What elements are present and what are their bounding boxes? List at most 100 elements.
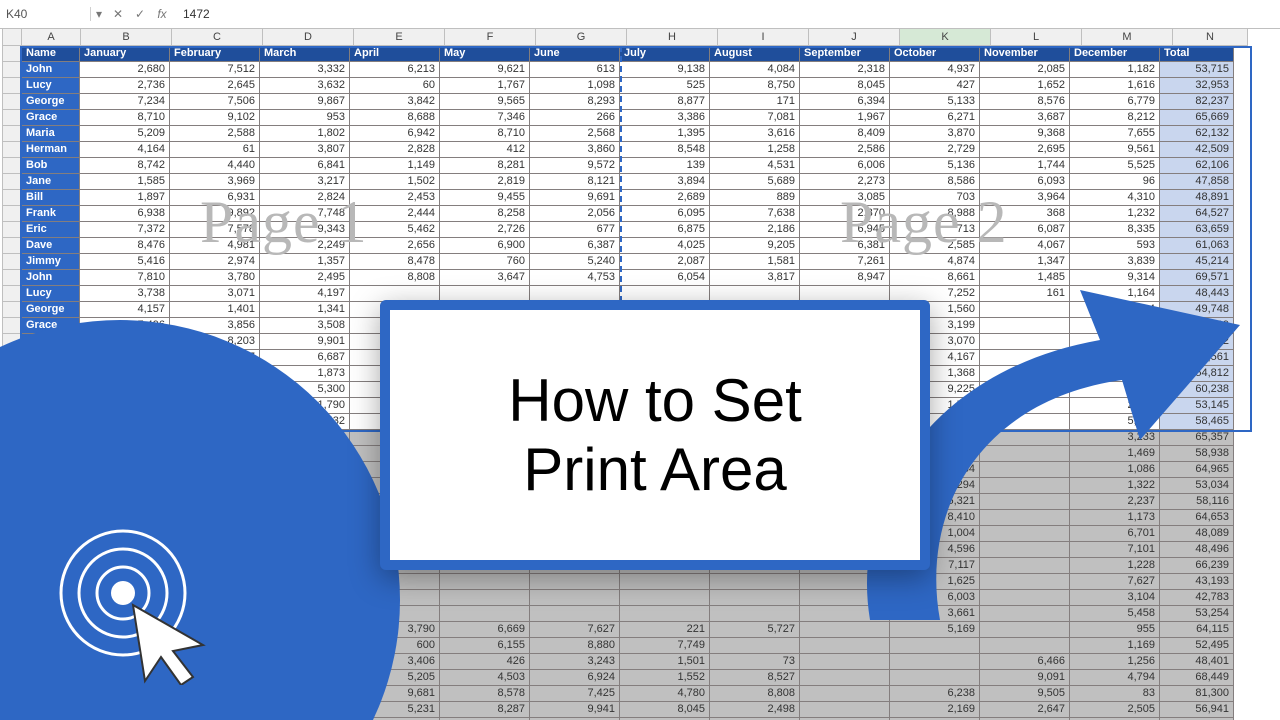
cell[interactable]: 8,335: [1070, 222, 1160, 238]
cell[interactable]: 2,056: [530, 206, 620, 222]
cell[interactable]: 3,332: [260, 62, 350, 78]
cell[interactable]: 4,067: [980, 238, 1070, 254]
row-total[interactable]: 81,300: [1160, 686, 1234, 702]
row-total[interactable]: 32,953: [1160, 78, 1234, 94]
cell[interactable]: [530, 606, 620, 622]
cell[interactable]: 8,121: [530, 174, 620, 190]
cell[interactable]: 8,476: [80, 238, 170, 254]
cell[interactable]: 8,258: [440, 206, 530, 222]
cell[interactable]: 3,870: [890, 126, 980, 142]
cell[interactable]: 9,565: [440, 94, 530, 110]
cell[interactable]: 3,071: [170, 286, 260, 302]
cell[interactable]: 8,045: [620, 702, 710, 718]
cell[interactable]: 4,794: [1070, 670, 1160, 686]
cell[interactable]: 8,988: [890, 206, 980, 222]
cell[interactable]: 4,981: [170, 238, 260, 254]
cell[interactable]: 1,802: [260, 126, 350, 142]
cell[interactable]: 61: [170, 142, 260, 158]
cell[interactable]: 7,749: [620, 638, 710, 654]
cell[interactable]: 8,750: [710, 78, 800, 94]
cell[interactable]: 6,095: [620, 206, 710, 222]
row-header[interactable]: [2, 254, 22, 270]
cell[interactable]: 8,293: [530, 94, 620, 110]
col-header-J[interactable]: J: [809, 28, 900, 46]
cell[interactable]: 9,901: [260, 334, 350, 350]
cell[interactable]: 8,478: [350, 254, 440, 270]
cell[interactable]: 6,387: [530, 238, 620, 254]
cell[interactable]: 9,205: [710, 238, 800, 254]
row-header[interactable]: [2, 190, 22, 206]
cell[interactable]: 7,372: [80, 222, 170, 238]
cell[interactable]: 5,689: [710, 174, 800, 190]
cell[interactable]: 6,942: [350, 126, 440, 142]
cell[interactable]: 7,655: [1070, 126, 1160, 142]
cell[interactable]: 3,860: [530, 142, 620, 158]
cell[interactable]: 6,875: [620, 222, 710, 238]
row-header[interactable]: [2, 270, 22, 286]
name-box-dropdown-icon[interactable]: ▾: [91, 7, 107, 21]
cell[interactable]: 3,217: [260, 174, 350, 190]
cell[interactable]: 2,695: [980, 142, 1070, 158]
cell[interactable]: 1,897: [80, 190, 170, 206]
cell[interactable]: 7,081: [710, 110, 800, 126]
cell[interactable]: 96: [1070, 174, 1160, 190]
cell[interactable]: 6,841: [260, 158, 350, 174]
row-total[interactable]: 62,106: [1160, 158, 1234, 174]
cell[interactable]: 2,169: [890, 702, 980, 718]
cell[interactable]: 593: [1070, 238, 1160, 254]
cell[interactable]: 9,691: [530, 190, 620, 206]
fx-icon[interactable]: fx: [151, 7, 173, 21]
cell[interactable]: 5,209: [80, 126, 170, 142]
cell[interactable]: 953: [260, 110, 350, 126]
cell[interactable]: 760: [440, 254, 530, 270]
cell[interactable]: [800, 670, 890, 686]
cell[interactable]: [530, 574, 620, 590]
col-header-I[interactable]: I: [718, 28, 809, 46]
cell[interactable]: 5,240: [530, 254, 620, 270]
cell[interactable]: 1,256: [1070, 654, 1160, 670]
cell[interactable]: 1,098: [530, 78, 620, 94]
cell[interactable]: 73: [710, 654, 800, 670]
select-all-corner[interactable]: [2, 28, 22, 46]
cell[interactable]: [710, 638, 800, 654]
cell[interactable]: 8,287: [440, 702, 530, 718]
cell[interactable]: 4,780: [620, 686, 710, 702]
cell[interactable]: 6,006: [800, 158, 890, 174]
cell[interactable]: 3,243: [530, 654, 620, 670]
col-header-L[interactable]: L: [991, 28, 1082, 46]
cell[interactable]: 3,817: [710, 270, 800, 286]
row-total[interactable]: 47,858: [1160, 174, 1234, 190]
row-header[interactable]: [2, 94, 22, 110]
cell[interactable]: 7,425: [530, 686, 620, 702]
cell[interactable]: [440, 606, 530, 622]
cell[interactable]: 9,867: [260, 94, 350, 110]
cell[interactable]: [440, 590, 530, 606]
row-total[interactable]: 61,063: [1160, 238, 1234, 254]
cell[interactable]: 677: [530, 222, 620, 238]
cell[interactable]: 3,085: [800, 190, 890, 206]
row-header[interactable]: [2, 158, 22, 174]
col-header-F[interactable]: F: [445, 28, 536, 46]
cancel-icon[interactable]: ✕: [107, 7, 129, 21]
cell[interactable]: 2,656: [350, 238, 440, 254]
row-header[interactable]: [2, 62, 22, 78]
cell[interactable]: 8,688: [350, 110, 440, 126]
cell[interactable]: 6,924: [530, 670, 620, 686]
cell[interactable]: 5,727: [710, 622, 800, 638]
cell[interactable]: 8,212: [1070, 110, 1160, 126]
cell[interactable]: 4,440: [170, 158, 260, 174]
cell[interactable]: 4,157: [80, 302, 170, 318]
cell[interactable]: 1,616: [1070, 78, 1160, 94]
cell[interactable]: 4,310: [1070, 190, 1160, 206]
cell[interactable]: 4,753: [530, 270, 620, 286]
cell[interactable]: 703: [890, 190, 980, 206]
row-header[interactable]: [2, 206, 22, 222]
cell[interactable]: 2,870: [800, 206, 890, 222]
cell[interactable]: 4,937: [890, 62, 980, 78]
cell[interactable]: 1,232: [1070, 206, 1160, 222]
cell[interactable]: 6,381: [800, 238, 890, 254]
cell[interactable]: 8,877: [620, 94, 710, 110]
cell[interactable]: 5,136: [890, 158, 980, 174]
row-header[interactable]: [2, 318, 22, 334]
cell[interactable]: [800, 654, 890, 670]
